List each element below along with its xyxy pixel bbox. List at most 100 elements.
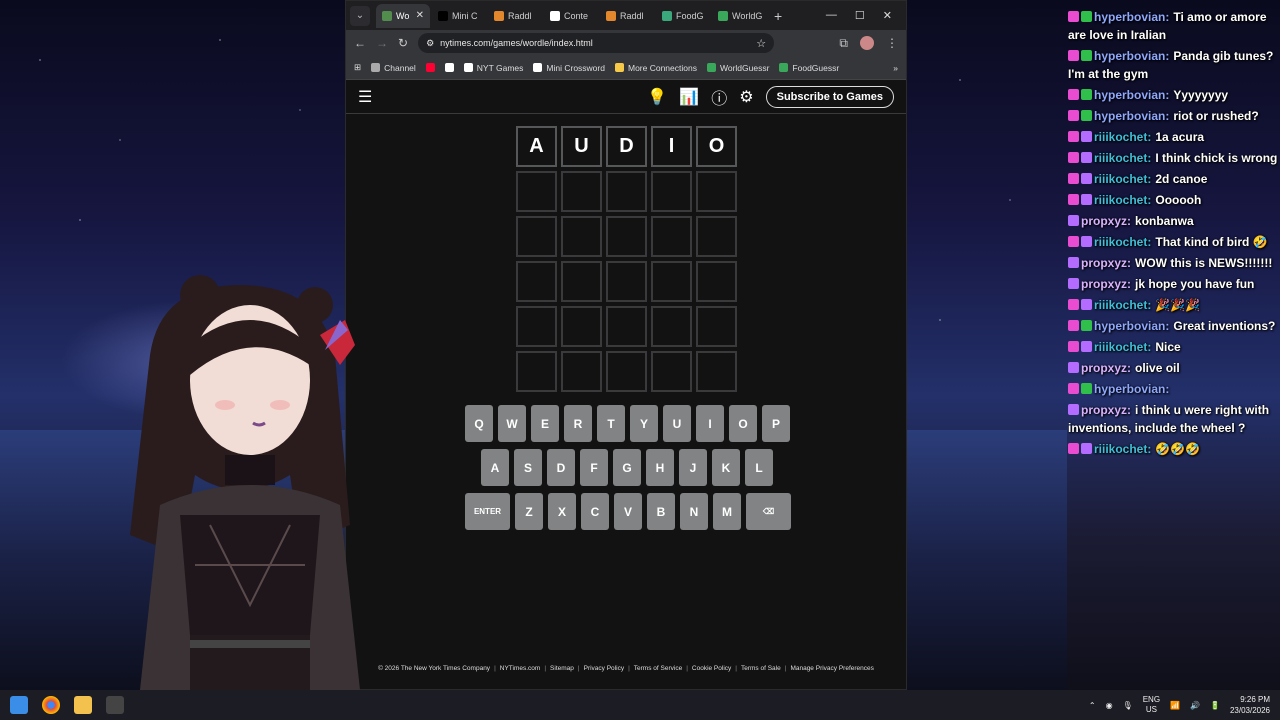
tab-close-icon[interactable]: ✕	[416, 10, 424, 21]
chat-username: hyperbovian:	[1094, 88, 1170, 102]
footer-link[interactable]: Sitemap	[544, 665, 574, 672]
key-d[interactable]: D	[547, 449, 575, 486]
app-taskbar-icon[interactable]	[106, 696, 124, 714]
hint-bulb-icon[interactable]: 💡	[647, 87, 667, 107]
key-s[interactable]: S	[514, 449, 542, 486]
key-l[interactable]: L	[745, 449, 773, 486]
key-k[interactable]: K	[712, 449, 740, 486]
region-text: US	[1145, 705, 1157, 714]
profile-avatar[interactable]	[860, 36, 874, 50]
footer-link[interactable]: © 2026 The New York Times Company	[378, 665, 490, 672]
browser-tab[interactable]: Raddl	[600, 4, 654, 28]
subscribe-button[interactable]: Subscribe to Games	[765, 85, 894, 108]
system-tray: ⌃ ◉ 🎙 ENG US 📶 🔊 🔋 9:26 PM 23/03/2026	[1089, 694, 1270, 716]
bookmark-item[interactable]: NYT Games	[463, 63, 523, 73]
key-n[interactable]: N	[680, 493, 708, 530]
file-explorer-icon[interactable]	[74, 696, 92, 714]
key-b[interactable]: B	[647, 493, 675, 530]
help-icon[interactable]: ⓘ	[711, 85, 727, 109]
footer-link[interactable]: NYTimes.com	[494, 665, 541, 672]
tray-overflow-icon[interactable]: ⌃	[1089, 701, 1096, 710]
key-j[interactable]: J	[679, 449, 707, 486]
browser-tab[interactable]: FoodG	[656, 4, 710, 28]
folder-icon	[371, 63, 381, 72]
bookmark-item[interactable]	[444, 63, 454, 72]
clock-time: 9:26 PM	[1240, 695, 1270, 704]
close-window-button[interactable]: ✕	[883, 9, 892, 22]
key-a[interactable]: A	[481, 449, 509, 486]
key-w[interactable]: W	[498, 405, 526, 442]
bookmark-item[interactable]: WorldGuessr	[706, 63, 769, 73]
settings-gear-icon[interactable]: ⚙	[739, 87, 753, 107]
bookmark-item[interactable]: Mini Crossword	[533, 63, 605, 73]
hamburger-menu-icon[interactable]: ☰	[358, 87, 372, 107]
key-c[interactable]: C	[581, 493, 609, 530]
wifi-icon[interactable]: 📶	[1170, 701, 1180, 710]
bookmark-item[interactable]: FoodGuessr	[779, 63, 839, 73]
apps-grid-icon[interactable]: ⊞	[354, 62, 361, 73]
letter-tile	[516, 171, 557, 212]
backspace-key[interactable]: ⌫	[746, 493, 791, 530]
browser-tab[interactable]: Mini C	[432, 4, 486, 28]
more-bookmarks-icon[interactable]: »	[893, 63, 898, 73]
key-u[interactable]: U	[663, 405, 691, 442]
language-indicator[interactable]: ENG US	[1143, 695, 1160, 715]
key-q[interactable]: Q	[465, 405, 493, 442]
chat-message: propxyz: jk hope you have fun	[1068, 275, 1278, 293]
bookmark-item[interactable]: Channel	[371, 63, 416, 73]
browser-tab[interactable]: Raddl	[488, 4, 542, 28]
footer-link[interactable]: Terms of Sale	[735, 665, 781, 672]
enter-key[interactable]: ENTER	[465, 493, 510, 530]
bookmark-item[interactable]: More Connections	[614, 63, 697, 73]
back-icon[interactable]: ←	[354, 36, 366, 50]
maximize-button[interactable]: ☐	[855, 9, 865, 22]
sub-badge-icon	[1068, 404, 1079, 415]
key-m[interactable]: M	[713, 493, 741, 530]
browser-tab[interactable]: Wo ✕	[376, 3, 430, 28]
stats-icon[interactable]: 📊	[679, 87, 699, 107]
key-f[interactable]: F	[580, 449, 608, 486]
new-tab-button[interactable]: +	[768, 8, 788, 24]
key-r[interactable]: R	[564, 405, 592, 442]
key-p[interactable]: P	[762, 405, 790, 442]
key-x[interactable]: X	[548, 493, 576, 530]
reload-icon[interactable]: ↻	[398, 36, 408, 50]
key-g[interactable]: G	[613, 449, 641, 486]
bookmark-item[interactable]	[425, 63, 435, 72]
chat-message: hyperbovian: Ti amo or amore are love in …	[1068, 8, 1278, 44]
windows-start-icon[interactable]	[10, 696, 28, 714]
vtuber-avatar	[130, 275, 360, 690]
tab-search-button[interactable]: ⌄	[350, 5, 370, 26]
footer-link[interactable]: Terms of Service	[628, 665, 682, 672]
key-z[interactable]: Z	[515, 493, 543, 530]
address-bar[interactable]: ⚙ nytimes.com/games/wordle/index.html ☆	[418, 33, 775, 53]
key-y[interactable]: Y	[630, 405, 658, 442]
key-i[interactable]: I	[696, 405, 724, 442]
tray-app-icon[interactable]: ◉	[1106, 701, 1113, 710]
system-clock[interactable]: 9:26 PM 23/03/2026	[1230, 694, 1270, 716]
browser-tab[interactable]: Conte	[544, 4, 598, 28]
browser-tab[interactable]: WorldG	[712, 4, 766, 28]
volume-icon[interactable]: 🔊	[1190, 701, 1200, 710]
battery-icon[interactable]: 🔋	[1210, 701, 1220, 710]
bookmark-star-icon[interactable]: ☆	[756, 37, 766, 50]
key-h[interactable]: H	[646, 449, 674, 486]
footer-link[interactable]: Cookie Policy	[686, 665, 731, 672]
extensions-icon[interactable]: ⧉	[839, 36, 848, 51]
minimize-button[interactable]: —	[826, 9, 837, 22]
footer-link[interactable]: Manage Privacy Preferences	[785, 665, 873, 672]
microphone-icon[interactable]: 🎙	[1123, 701, 1133, 710]
key-e[interactable]: E	[531, 405, 559, 442]
key-o[interactable]: O	[729, 405, 757, 442]
site-info-icon[interactable]: ⚙	[426, 38, 434, 49]
chat-text: konbanwa	[1135, 214, 1194, 228]
chat-message: riiikochet: I think chick is wrong	[1068, 149, 1278, 167]
more-menu-icon[interactable]: ⋮	[886, 36, 898, 50]
key-t[interactable]: T	[597, 405, 625, 442]
footer-link[interactable]: Privacy Policy	[578, 665, 624, 672]
letter-tile	[516, 261, 557, 302]
key-v[interactable]: V	[614, 493, 642, 530]
forward-icon[interactable]: →	[376, 36, 388, 50]
sub-badge-icon	[1068, 257, 1079, 268]
chrome-taskbar-icon[interactable]	[42, 696, 60, 714]
